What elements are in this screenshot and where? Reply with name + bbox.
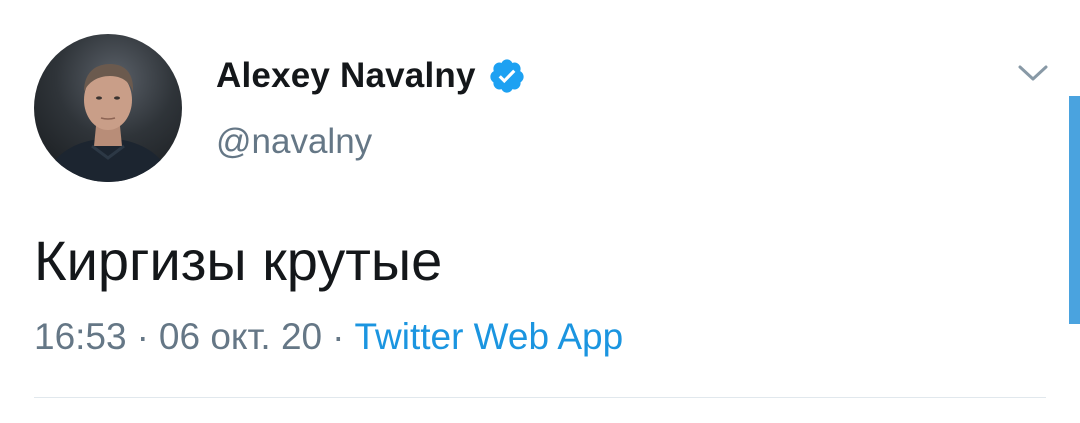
tweet-date[interactable]: 06 окт. 20 xyxy=(159,316,322,357)
verified-badge-icon xyxy=(488,57,526,95)
meta-separator: · xyxy=(136,316,149,357)
tweet-source-link[interactable]: Twitter Web App xyxy=(354,316,623,357)
tweet-text: Киргизы крутые xyxy=(34,229,443,292)
author-handle[interactable]: @navalny xyxy=(216,122,372,162)
meta-separator: · xyxy=(332,316,345,357)
avatar-portrait xyxy=(44,64,172,182)
tweet-meta: 16:53 · 06 окт. 20 · Twitter Web App xyxy=(34,316,623,358)
chevron-down-icon[interactable] xyxy=(1016,60,1050,86)
author-name-row: Alexey Navalny xyxy=(216,52,526,100)
author-display-name[interactable]: Alexey Navalny xyxy=(216,56,476,96)
scrollbar[interactable] xyxy=(1069,96,1080,324)
tweet-time[interactable]: 16:53 xyxy=(34,316,127,357)
avatar[interactable] xyxy=(34,34,182,182)
divider xyxy=(34,397,1046,398)
